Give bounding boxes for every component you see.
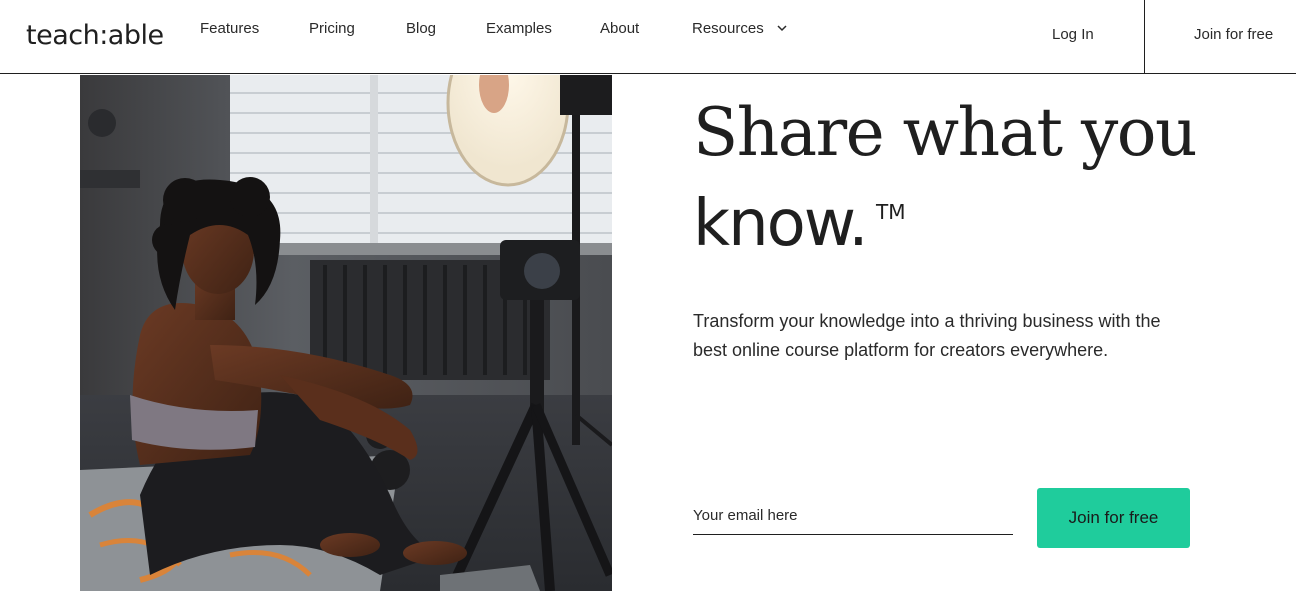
site-header: teach:able Features Pricing Blog Example… [0, 0, 1296, 74]
hero-subtitle: Transform your knowledge into a thriving… [693, 311, 1161, 360]
chevron-down-icon [777, 25, 787, 32]
nav-resources-label: Resources [692, 19, 764, 37]
join-for-free-button[interactable]: Join for free [1037, 488, 1190, 548]
nav-pricing[interactable]: Pricing [309, 20, 355, 37]
creator-filming-photo [80, 75, 612, 591]
trademark-mark: TM [876, 200, 906, 224]
hero-title-line1: Share what you [693, 94, 1198, 171]
hero-title-line2: know. [693, 187, 869, 261]
email-input[interactable] [693, 497, 1013, 535]
header-divider [1144, 0, 1145, 74]
nav-resources[interactable]: Resources [692, 20, 788, 37]
nav-examples[interactable]: Examples [486, 20, 552, 37]
nav-blog[interactable]: Blog [406, 20, 436, 37]
teachable-logo[interactable]: teach:able [26, 20, 164, 51]
nav-about[interactable]: About [600, 20, 639, 37]
nav-features[interactable]: Features [200, 20, 259, 37]
login-link[interactable]: Log In [1052, 26, 1094, 43]
hero-image [80, 75, 612, 591]
header-join-link[interactable]: Join for free [1194, 26, 1273, 43]
